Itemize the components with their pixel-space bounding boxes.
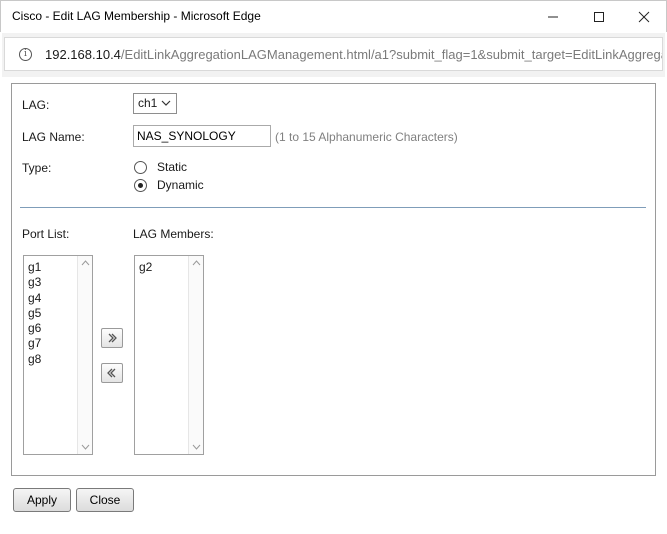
url-text: 192.168.10.4/EditLinkAggregationLAGManag…	[45, 47, 663, 62]
lag-name-input[interactable]: NAS_SYNOLOGY	[133, 125, 271, 147]
close-button[interactable]: Close	[76, 488, 134, 512]
minimize-icon	[548, 16, 558, 18]
close-icon	[638, 11, 650, 23]
dynamic-radio[interactable]	[134, 179, 147, 192]
info-icon[interactable]: i	[19, 48, 32, 61]
port-list-listbox[interactable]: g1 g3 g4 g5 g6 g7 g8	[23, 255, 93, 455]
double-chevron-left-icon	[107, 368, 116, 378]
lag-name-hint: (1 to 15 Alphanumeric Characters)	[275, 130, 458, 144]
lag-membership-panel: LAG: ch1 LAG Name: NAS_SYNOLOGY (1 to 15…	[11, 83, 656, 476]
chevron-down-icon	[161, 100, 171, 106]
dynamic-radio-label[interactable]: Dynamic	[157, 178, 204, 192]
remove-member-button[interactable]	[101, 363, 123, 383]
list-item[interactable]: g7	[28, 336, 41, 351]
list-item[interactable]: g2	[139, 260, 152, 275]
apply-button[interactable]: Apply	[13, 488, 71, 512]
chevron-up-icon[interactable]	[81, 260, 90, 266]
scrollbar[interactable]	[188, 256, 203, 454]
list-item[interactable]: g5	[28, 306, 41, 321]
window-title: Cisco - Edit LAG Membership - Microsoft …	[12, 9, 261, 23]
url-field[interactable]: i 192.168.10.4/EditLinkAggregationLAGMan…	[4, 37, 663, 71]
type-label: Type:	[22, 161, 52, 175]
close-window-button[interactable]	[621, 1, 667, 33]
list-item[interactable]: g8	[28, 352, 41, 367]
lag-name-label: LAG Name:	[22, 130, 85, 144]
section-divider	[20, 207, 646, 208]
double-chevron-right-icon	[108, 333, 117, 343]
minimize-button[interactable]	[530, 1, 576, 33]
address-bar: i 192.168.10.4/EditLinkAggregationLAGMan…	[2, 33, 665, 77]
lag-members-listbox[interactable]: g2	[134, 255, 204, 455]
chevron-down-icon[interactable]	[81, 444, 90, 450]
static-radio[interactable]	[134, 161, 147, 174]
list-item[interactable]: g3	[28, 275, 41, 290]
chevron-up-icon[interactable]	[192, 260, 201, 266]
url-host: 192.168.10.4	[45, 47, 121, 62]
static-radio-label[interactable]: Static	[157, 160, 187, 174]
list-item[interactable]: g1	[28, 260, 41, 275]
url-path: /EditLinkAggregationLAGManagement.html/a…	[120, 47, 663, 62]
lag-label: LAG:	[22, 98, 50, 112]
lag-select[interactable]: ch1	[133, 93, 177, 114]
window-titlebar: Cisco - Edit LAG Membership - Microsoft …	[0, 0, 667, 32]
lag-members-items: g2	[139, 260, 152, 275]
list-item[interactable]: g6	[28, 321, 41, 336]
add-member-button[interactable]	[101, 328, 123, 348]
lag-members-label: LAG Members:	[133, 227, 214, 241]
chevron-down-icon[interactable]	[192, 444, 201, 450]
maximize-icon	[594, 12, 604, 22]
scrollbar[interactable]	[77, 256, 92, 454]
lag-select-value: ch1	[138, 96, 158, 110]
port-list-label: Port List:	[22, 227, 70, 241]
list-item[interactable]: g4	[28, 291, 41, 306]
port-list-items: g1 g3 g4 g5 g6 g7 g8	[28, 260, 41, 367]
maximize-button[interactable]	[576, 1, 622, 33]
